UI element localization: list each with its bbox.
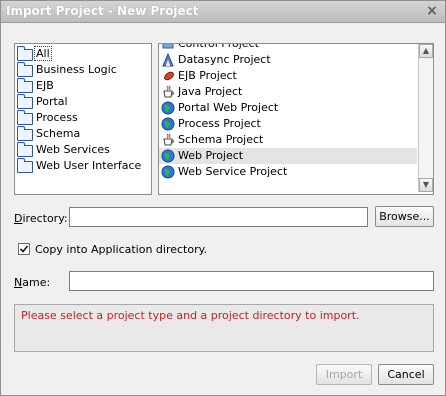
- folder-icon: [17, 78, 33, 93]
- dialog-title: Import Project - New Project: [6, 4, 199, 18]
- process-project-icon: [161, 117, 175, 131]
- category-item-web-services[interactable]: Web Services: [15, 142, 151, 158]
- copy-into-app-label[interactable]: Copy into Application directory.: [35, 243, 207, 256]
- title-bar: Import Project - New Project ×: [1, 1, 445, 23]
- project-label: Process Project: [178, 117, 261, 130]
- project-type-list[interactable]: Control Project Datasync Project EJB Pro…: [158, 43, 434, 195]
- category-label: Web Services: [36, 143, 110, 156]
- category-label: All: [34, 46, 52, 61]
- category-item-schema[interactable]: Schema: [15, 126, 151, 142]
- category-item-web-user-interface[interactable]: Web User Interface: [15, 158, 151, 174]
- schema-project-icon: [163, 133, 174, 146]
- directory-field[interactable]: [69, 207, 368, 227]
- folder-icon: [17, 62, 33, 77]
- error-message: Please select a project type and a proje…: [14, 304, 434, 352]
- project-label: Schema Project: [178, 133, 264, 146]
- checkmark-icon: [19, 245, 29, 253]
- category-item-process[interactable]: Process: [15, 110, 151, 126]
- scroll-up-arrow-icon[interactable]: ▲: [419, 44, 433, 58]
- project-label: Portal Web Project: [178, 101, 279, 114]
- web-service-project-icon: [161, 165, 175, 179]
- datasync-project-icon: [162, 53, 174, 67]
- project-label: Web Service Project: [178, 165, 288, 178]
- folder-icon: [17, 158, 33, 173]
- category-label: EJB: [36, 79, 54, 92]
- scroll-down-arrow-icon[interactable]: ▼: [419, 178, 433, 192]
- category-list[interactable]: All Business Logic EJB Portal Process Sc…: [14, 43, 152, 195]
- category-label: Schema: [36, 127, 81, 140]
- folder-icon: [17, 142, 33, 157]
- close-icon[interactable]: ×: [425, 4, 439, 18]
- project-list-scrollbar[interactable]: ▲ ▼: [418, 44, 433, 192]
- web-project-icon: [161, 149, 175, 163]
- category-label: Business Logic: [36, 63, 117, 76]
- browse-button[interactable]: Browse...: [375, 206, 434, 227]
- folder-icon: [17, 110, 33, 125]
- project-item-ejb[interactable]: EJB Project: [159, 68, 417, 84]
- folder-icon: [17, 126, 33, 141]
- import-button[interactable]: Import: [316, 364, 372, 385]
- project-item-schema[interactable]: Schema Project: [159, 132, 417, 148]
- project-label: Datasync Project: [178, 53, 271, 66]
- control-project-icon: [162, 44, 174, 49]
- project-label: EJB Project: [178, 69, 237, 82]
- project-label: Java Project: [178, 85, 243, 98]
- category-item-all[interactable]: All: [15, 46, 151, 62]
- category-label: Web User Interface: [36, 159, 142, 172]
- ejb-project-icon: [164, 71, 174, 81]
- project-item-web[interactable]: Web Project: [159, 148, 417, 164]
- project-label: Web Project: [178, 149, 244, 162]
- project-item-web-service[interactable]: Web Service Project: [159, 164, 417, 180]
- project-item-control[interactable]: Control Project: [159, 43, 417, 52]
- name-field[interactable]: [69, 271, 434, 291]
- project-item-java[interactable]: Java Project: [159, 84, 417, 100]
- folder-icon: [17, 94, 33, 109]
- category-item-ejb[interactable]: EJB: [15, 78, 151, 94]
- project-item-process[interactable]: Process Project: [159, 116, 417, 132]
- cancel-button[interactable]: Cancel: [378, 364, 434, 385]
- copy-into-app-checkbox[interactable]: [18, 243, 30, 255]
- category-item-portal[interactable]: Portal: [15, 94, 151, 110]
- folder-icon: [17, 46, 33, 61]
- java-project-icon: [163, 85, 174, 98]
- name-label: Name:: [14, 276, 51, 289]
- directory-label: Directory:: [14, 212, 68, 225]
- project-item-portal-web[interactable]: Portal Web Project: [159, 100, 417, 116]
- project-item-datasync[interactable]: Datasync Project: [159, 52, 417, 68]
- category-label: Process: [36, 111, 78, 124]
- category-label: Portal: [36, 95, 68, 108]
- category-item-business-logic[interactable]: Business Logic: [15, 62, 151, 78]
- import-project-dialog: Import Project - New Project × All Busin…: [0, 0, 446, 396]
- portal-web-project-icon: [161, 101, 175, 115]
- project-label: Control Project: [178, 43, 259, 50]
